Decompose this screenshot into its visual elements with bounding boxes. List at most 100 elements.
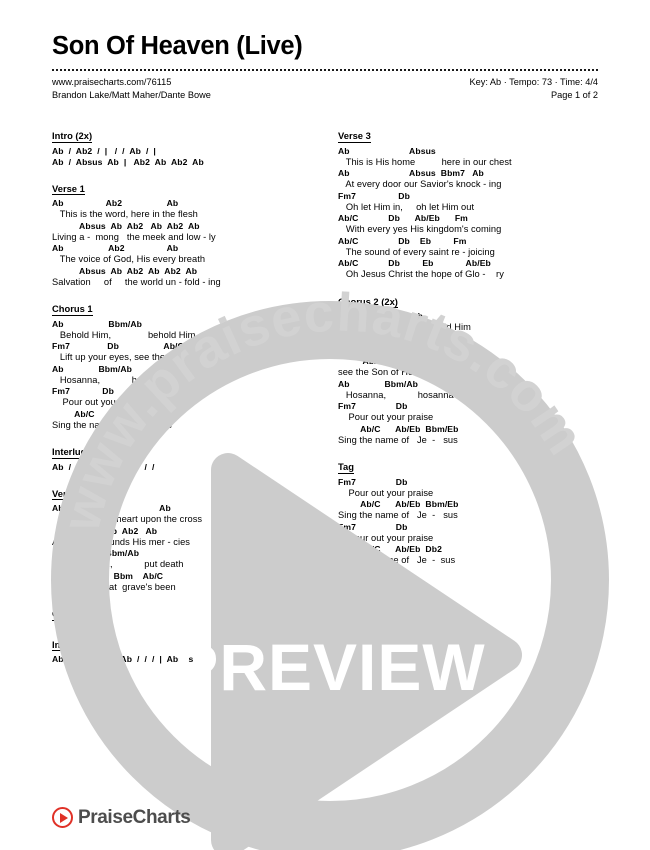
chart-section: Verse 2 Ab Ab2 Ab He wrote His heart upon…: [52, 484, 312, 594]
lyric-line: Sing the name of Je - sus: [338, 510, 458, 520]
chord-line: Ab Bbm/Ab: [52, 363, 133, 374]
lyric-line: Behold Him, behold Him: [52, 329, 196, 340]
chord-line: Ab Bbm/Ab: [338, 311, 423, 321]
chord-line: Ab/C Ab/Eb Db2: [338, 544, 442, 554]
key-tempo-time: Key: Ab · Tempo: 73 · Time: 4/4: [469, 77, 598, 88]
logo-label: PraiseCharts: [78, 807, 191, 828]
lyric-line: Hosanna, hosanna: [52, 374, 168, 385]
lyric-line: And in His wounds His mer - cies: [52, 536, 190, 547]
lyric-line: The sound of every saint re - joicing: [338, 246, 495, 257]
lyric-line: Salvation of the world un - fold - ing: [52, 276, 221, 287]
lyric-line: He wrote His heart upon the cross: [52, 514, 203, 524]
chart-authors: Brandon Lake/Matt Maher/Dante Bowe: [52, 90, 211, 101]
lyric-line: Sing the name of Je - sus: [52, 419, 172, 430]
lyric-line: Pour out your praise: [338, 412, 434, 422]
chord-line: Fm7 Db: [338, 401, 408, 411]
chord-line: Fm7 Db: [338, 521, 408, 532]
chord-line: Fm7 Db: [338, 333, 400, 344]
header-divider: [52, 69, 598, 72]
chart-url[interactable]: www.praisecharts.com/76115: [52, 76, 211, 89]
section-heading: Verse 2: [52, 487, 85, 500]
section-heading: Verse 1: [52, 182, 85, 195]
section-heading: Chorus 1: [52, 303, 93, 316]
chart-section: Verse 3 Ab Absus This is His home here in…: [338, 126, 598, 281]
page-title: Son Of Heaven (Live): [52, 32, 303, 60]
chord-line: Ab/C Ab/Eb Bbm/Eb: [338, 499, 459, 509]
chart-section: Intro (2x) Ab / Ab2 / | / / Ab / | Ab / Ab…: [52, 126, 312, 168]
chord-line: Ab/C Ab/Eb Bbm/Eb: [338, 356, 454, 366]
lyric-line: Sing the name of Je - sus: [338, 434, 458, 445]
metadata-right: Key: Ab · Tempo: 73 · Time: 4/4 Page 1 o…: [469, 76, 598, 102]
lyric-line: Living a - mong the meek and low - ly: [52, 231, 216, 242]
lyric-line: The voice of God, His every breath: [52, 254, 206, 264]
chord-line: Ab Ab2 Ab: [52, 503, 171, 513]
chord-line: Ab/C Db Ab/Eb Fm: [338, 213, 468, 223]
lyric-line: Oh Jesus Christ the hope of Glo - ry: [338, 269, 504, 279]
chord-line: Ab Absus Bbm7 Ab: [338, 168, 484, 178]
lyric-line: Oh let Him in, oh let Him out: [338, 201, 475, 212]
section-heading: Tag: [338, 461, 354, 474]
chord-line: Ab/C Ab/Eb Bbm/Eb: [52, 408, 173, 419]
section-heading: Interlude 1: [52, 446, 100, 459]
right-column: Verse 3 Ab Absus This is His home here in…: [338, 126, 598, 826]
chord-line: Ab Ab2 Ab: [52, 198, 179, 208]
lyric-line: Hosanna, hosanna: [338, 389, 454, 400]
chart-section: Chorus 2 (2x) Ab Bbm/Ab Behold Him, behol…: [338, 292, 598, 447]
chart-header: Son Of Heaven (Live) www.praisecharts.co…: [52, 32, 598, 102]
chord-line: Ab / / / | Bbm/Ab / / / | Absus: [52, 654, 194, 664]
page-number: Page 1 of 2: [551, 90, 598, 101]
play-triangle-glyph: [59, 812, 68, 823]
lyric-line: Lift up your eyes, see the Son of Heav -…: [52, 352, 239, 362]
lyric-line: Lift up your eyes: [338, 344, 415, 355]
lyric-line: Like the dawn, put death: [52, 559, 184, 569]
chord-line: Ab / Absus Ab | Ab2 Ab Ab2 Ab: [52, 156, 204, 167]
chord-line: Db Ab/C Bbm Ab/C: [52, 570, 164, 581]
chart-body: Intro (2x) Ab / Ab2 / | / / Ab / | Ab / Ab…: [52, 126, 598, 826]
chord-line: Fm7 Db: [52, 386, 114, 396]
chart-section: Verse 1 Ab Ab2 Ab This is the word, here …: [52, 179, 312, 289]
chart-section: Instrumental 1 Ab / / / | Bbm/Ab / / / | …: [52, 635, 312, 666]
chord-line: Ab Bbm/Ab: [52, 318, 142, 329]
chord-line: Ab/C Ab/Eb Bbm/Eb: [338, 423, 459, 434]
chord-line: Ab/C Db Eb Ab/Eb: [338, 258, 491, 268]
lyric-line: This is the word, here in the flesh: [52, 209, 198, 219]
lyric-line: This is His home here in our chest: [338, 156, 512, 167]
chord-line: Absus Ab Ab2 Ab: [52, 525, 158, 536]
section-heading: Verse 3: [338, 130, 371, 143]
chord-line: Absus Ab Ab2 Ab Ab2 Ab: [52, 220, 200, 231]
chart-section: Chorus 1 Ab Bbm/Ab Behold Him, behold Him…: [52, 299, 312, 431]
chord-line: Ab Bbm/Ab: [338, 378, 419, 389]
chart-section: Chorus 1 (2x): [52, 604, 312, 624]
chord-line: Fm7 Db Ab/C Ab/Eb Eb: [52, 341, 233, 351]
praisecharts-logo[interactable]: PraiseCharts: [52, 807, 191, 828]
chart-section: Tag Fm7 Db Pour out your praise Ab/C Ab/E…: [338, 457, 598, 567]
lyric-line: Sing the name of Je - sus: [338, 555, 456, 565]
lyric-line: Behold Him, behold Him: [338, 322, 471, 332]
lyric-line: Pour out your praise: [52, 397, 148, 407]
lyric-line: At every door our Savior's knock - ing: [338, 179, 502, 189]
lyric-line: see the Son of Heav - en: [338, 367, 448, 377]
section-heading: Chorus 2 (2x): [338, 295, 398, 308]
metadata-left: www.praisecharts.com/76115 Brandon Lake/…: [52, 76, 211, 102]
chord-line: Ab / / / | Bbm/Ab / / /: [52, 461, 155, 472]
chord-line: Ab2 Bbm/Ab: [52, 548, 140, 558]
chart-metadata: www.praisecharts.com/76115 Brandon Lake/…: [52, 76, 598, 102]
chord-line: Absus Ab Ab2 Ab Ab2 Ab: [52, 265, 198, 276]
section-heading: Instrumental 1: [52, 638, 117, 651]
chord-line: Ab Ab2 Ab: [52, 243, 179, 253]
chord-line: Ab/C Db Eb Fm: [338, 235, 467, 246]
lyric-line: With every yes His kingdom's coming: [338, 224, 502, 234]
play-button-icon[interactable]: [52, 807, 73, 828]
lyric-line: Ever since that grave's been: [52, 581, 176, 592]
chord-line: Ab / Ab2 / | / / Ab / |: [52, 145, 156, 156]
section-heading: Intro (2x): [52, 130, 93, 143]
chord-line: Ab Absus: [338, 145, 436, 156]
chord-chart-page: Son Of Heaven (Live) www.praisecharts.co…: [0, 0, 650, 850]
section-heading: Chorus 1 (2x): [52, 608, 112, 621]
chord-line: Fm7 Db: [338, 190, 410, 201]
chord-line: Fm7 Db: [338, 476, 408, 487]
lyric-line: Pour out your praise: [338, 532, 434, 543]
lyric-line: Pour out your praise: [338, 487, 434, 498]
left-column: Intro (2x) Ab / Ab2 / | / / Ab / | Ab / Ab…: [52, 126, 312, 826]
chart-section: Interlude 1 Ab / / / | Bbm/Ab / / /: [52, 442, 312, 473]
